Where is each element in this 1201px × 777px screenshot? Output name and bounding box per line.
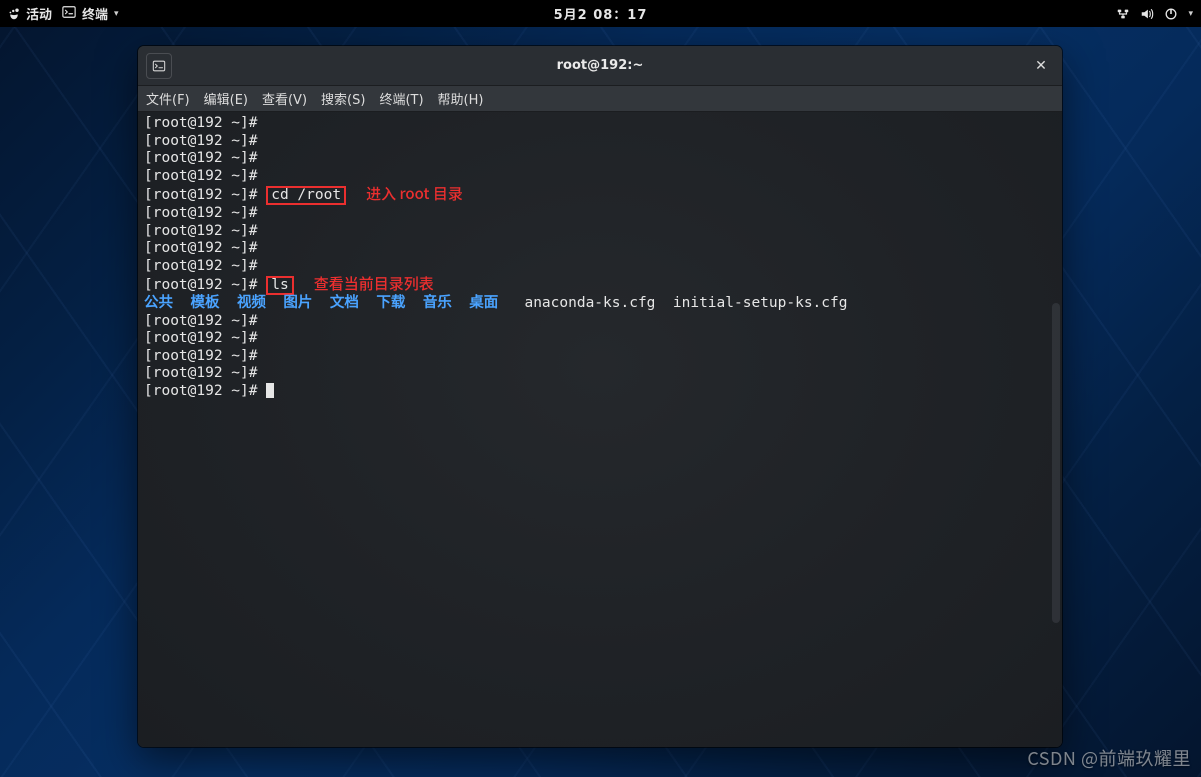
gnome-topbar: 活动 终端 ▾ 5月2 08：17 ▾ — [0, 0, 1201, 27]
menu-file[interactable]: 文件(F) — [146, 89, 190, 108]
gnome-logo-icon — [8, 8, 20, 20]
watermark: CSDN @前端玖耀里 — [1027, 745, 1191, 771]
terminal-output[interactable]: [root@192 ~]# [root@192 ~]# [root@192 ~]… — [138, 112, 1062, 747]
window-title: root@192:~ — [557, 58, 644, 73]
menu-view[interactable]: 查看(V) — [262, 89, 307, 108]
open-app-button[interactable]: 终端 ▾ — [62, 4, 119, 23]
chevron-down-icon: ▾ — [114, 9, 119, 19]
menu-terminal[interactable]: 终端(T) — [379, 89, 423, 108]
topbar-right: ▾ — [1116, 7, 1193, 21]
activities-button[interactable]: 活动 — [8, 4, 52, 23]
window-titlebar[interactable]: root@192:~ ✕ — [138, 46, 1062, 86]
topbar-left: 活动 终端 ▾ — [8, 4, 119, 23]
network-icon[interactable] — [1116, 7, 1130, 21]
open-app-label: 终端 — [82, 4, 108, 23]
terminal-window: root@192:~ ✕ 文件(F) 编辑(E) 查看(V) 搜索(S) 终端(… — [138, 46, 1062, 747]
chevron-down-icon: ▾ — [1188, 9, 1193, 19]
topbar-clock[interactable]: 5月2 08：17 — [554, 4, 648, 23]
power-icon[interactable] — [1164, 7, 1178, 21]
volume-icon[interactable] — [1140, 7, 1154, 21]
menu-help[interactable]: 帮助(H) — [438, 89, 484, 108]
menu-edit[interactable]: 编辑(E) — [204, 89, 248, 108]
scrollbar[interactable] — [1052, 303, 1060, 623]
menu-search[interactable]: 搜索(S) — [321, 89, 365, 108]
menubar: 文件(F) 编辑(E) 查看(V) 搜索(S) 终端(T) 帮助(H) — [138, 86, 1062, 112]
terminal-app-icon — [62, 5, 76, 23]
terminal-area: [root@192 ~]# [root@192 ~]# [root@192 ~]… — [138, 112, 1062, 747]
new-tab-button[interactable] — [146, 53, 172, 79]
activities-label: 活动 — [26, 4, 52, 23]
close-button[interactable]: ✕ — [1028, 53, 1054, 79]
